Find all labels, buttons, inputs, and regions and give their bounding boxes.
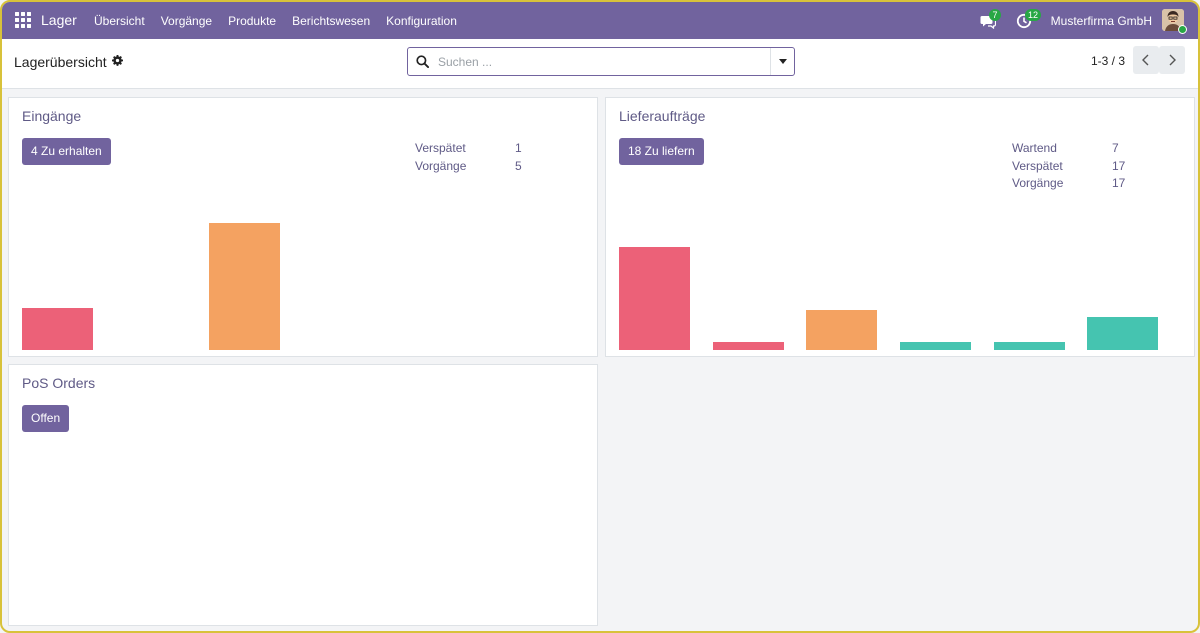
- chart-bar-1[interactable]: [712, 342, 784, 350]
- to-receive-button[interactable]: 4 Zu erhalten: [22, 138, 111, 165]
- stat-label: Wartend: [1012, 141, 1057, 155]
- top-navbar: Lager Übersicht Vorgänge Produkte Berich…: [2, 2, 1198, 39]
- pager-previous-button[interactable]: [1133, 46, 1159, 74]
- card-pos-orders: PoS Orders Offen: [8, 364, 598, 626]
- search-bar: [407, 47, 795, 76]
- menu-item-reporting[interactable]: Berichtswesen: [292, 14, 370, 28]
- stat-row-operations[interactable]: Vorgänge 5: [415, 159, 535, 177]
- search-options-toggle[interactable]: [770, 48, 794, 75]
- deliveries-stats: Wartend 7 Verspätet 17 Vorgänge 17: [1012, 141, 1132, 194]
- menu-item-configuration[interactable]: Konfiguration: [386, 14, 457, 28]
- card-deliveries: Lieferaufträge 18 Zu liefern Wartend 7 V…: [605, 97, 1195, 357]
- receipts-stats: Verspätet 1 Vorgänge 5: [415, 141, 535, 176]
- card-receipts: Eingänge 4 Zu erhalten Verspätet 1 Vorgä…: [8, 97, 598, 357]
- stat-value: 7: [1112, 141, 1119, 155]
- receipts-bar-chart: [22, 210, 582, 350]
- messages-badge: 7: [989, 9, 1001, 21]
- stat-value: 1: [515, 141, 522, 155]
- pager-next-button[interactable]: [1159, 46, 1185, 74]
- menu-item-overview[interactable]: Übersicht: [94, 14, 145, 28]
- chart-bar-0[interactable]: [22, 307, 93, 350]
- stat-row-waiting[interactable]: Wartend 7: [1012, 141, 1132, 159]
- online-status-dot: [1178, 25, 1187, 34]
- chart-bar-5[interactable]: [1087, 316, 1159, 350]
- stat-value: 17: [1112, 176, 1126, 190]
- messages-icon[interactable]: 7: [980, 9, 1001, 30]
- app-frame: Lager Übersicht Vorgänge Produkte Berich…: [0, 0, 1200, 633]
- chevron-left-icon: [1142, 54, 1149, 66]
- card-title-deliveries[interactable]: Lieferaufträge: [619, 108, 705, 124]
- apps-grid-icon[interactable]: [15, 12, 31, 28]
- pager-value[interactable]: 1-3 / 3: [1091, 54, 1125, 68]
- activities-clock-icon[interactable]: 12: [1016, 9, 1042, 29]
- page-title: Lagerübersicht: [14, 54, 107, 70]
- search-input[interactable]: [438, 52, 763, 72]
- chevron-right-icon: [1169, 54, 1176, 66]
- to-deliver-button[interactable]: 18 Zu liefern: [619, 138, 704, 165]
- chart-bar-2[interactable]: [806, 309, 878, 350]
- stat-row-late[interactable]: Verspätet 17: [1012, 159, 1132, 177]
- search-icon: [416, 55, 429, 68]
- chart-bar-2[interactable]: [208, 222, 280, 350]
- chart-bar-0[interactable]: [619, 247, 690, 350]
- app-brand[interactable]: Lager: [41, 12, 77, 28]
- user-avatar[interactable]: [1162, 9, 1187, 34]
- company-switcher[interactable]: Musterfirma GmbH: [1051, 14, 1152, 28]
- chart-bar-4[interactable]: [993, 342, 1065, 350]
- stat-value: 5: [515, 158, 522, 173]
- menu-item-products[interactable]: Produkte: [228, 14, 276, 28]
- stat-value: 17: [1112, 158, 1126, 173]
- card-title-pos-orders[interactable]: PoS Orders: [22, 375, 95, 391]
- deliveries-bar-chart: [619, 225, 1181, 350]
- stat-label: Verspätet: [1012, 158, 1063, 173]
- chart-bar-3[interactable]: [900, 342, 971, 350]
- stat-row-operations[interactable]: Vorgänge 17: [1012, 176, 1132, 194]
- menu-item-operations[interactable]: Vorgänge: [161, 14, 212, 28]
- control-panel: Lagerübersicht 1-3 / 3: [2, 39, 1198, 89]
- caret-down-icon: [779, 59, 787, 64]
- main-menu: Übersicht Vorgänge Produkte Berichtswese…: [94, 14, 473, 28]
- open-pos-button[interactable]: Offen: [22, 405, 70, 432]
- stat-row-late[interactable]: Verspätet 1: [415, 141, 535, 159]
- gear-icon[interactable]: [112, 55, 123, 66]
- stat-label: Vorgänge: [415, 158, 467, 173]
- stat-label: Verspätet: [415, 141, 466, 155]
- activities-badge: 12: [1025, 9, 1042, 21]
- card-title-receipts[interactable]: Eingänge: [22, 108, 81, 124]
- stat-label: Vorgänge: [1012, 176, 1064, 190]
